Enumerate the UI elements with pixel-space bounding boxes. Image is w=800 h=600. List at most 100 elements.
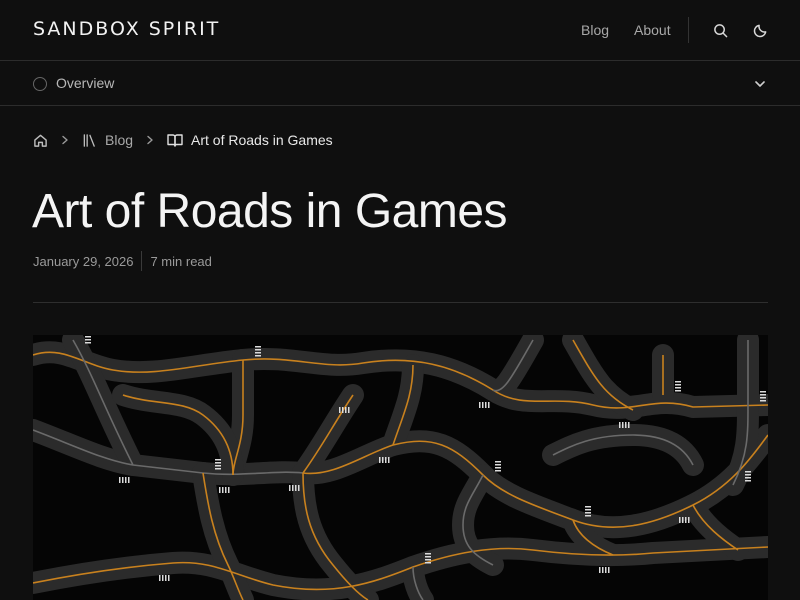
chevron-right-icon: [60, 135, 70, 145]
crosswalk-stripe: [622, 422, 624, 428]
crosswalk-stripe: [425, 556, 431, 558]
crosswalk-stripe: [599, 567, 601, 573]
crosswalk-stripe: [495, 470, 501, 472]
crosswalk-stripe: [255, 355, 261, 357]
crosswalk-stripe: [255, 352, 261, 354]
road-segment: [482, 335, 544, 402]
crosswalk-stripe: [128, 477, 130, 483]
crosswalk-stripe: [682, 517, 684, 523]
crosswalk-stripe: [162, 575, 164, 581]
crosswalk-stripe: [488, 402, 490, 408]
road-segment: [33, 341, 254, 384]
hero-image: [33, 335, 768, 600]
crosswalk-stripe: [675, 390, 681, 392]
open-book-icon: [167, 133, 183, 148]
crosswalk-stripe: [388, 457, 390, 463]
crosswalk-stripe: [119, 477, 121, 483]
crosswalk-stripe: [628, 422, 630, 428]
crosswalk-stripe: [345, 407, 347, 413]
crosswalk-stripe: [760, 397, 766, 399]
crosswalk-stripe: [625, 422, 627, 428]
crosswalk-stripe: [222, 487, 224, 493]
road-network-illustration: [33, 335, 768, 600]
site-title[interactable]: SANDBOX SPIRIT: [33, 18, 220, 40]
crosswalk-stripe: [602, 567, 604, 573]
crosswalk-stripe: [675, 384, 681, 386]
crosswalk-stripe: [495, 464, 501, 466]
crosswalk-stripe: [760, 400, 766, 402]
crosswalk-stripe: [85, 336, 91, 338]
crosswalk-stripe: [675, 381, 681, 383]
crosswalk-stripe: [122, 477, 124, 483]
crosswalk-stripe: [745, 480, 751, 482]
crosswalk-stripe: [679, 517, 681, 523]
crosswalk-stripe: [760, 394, 766, 396]
crosswalk-stripe: [289, 485, 291, 491]
nav-link-blog[interactable]: Blog: [581, 22, 609, 38]
crosswalk-stripe: [165, 575, 167, 581]
crosswalk-stripe: [255, 346, 261, 348]
chevron-right-icon: [145, 135, 155, 145]
crosswalk-stripe: [228, 487, 230, 493]
crosswalk-stripe: [215, 468, 221, 470]
breadcrumb-blog-label: Blog: [105, 132, 134, 148]
breadcrumb-current: Art of Roads in Games: [167, 132, 333, 148]
crosswalk-stripe: [385, 457, 387, 463]
crosswalk-stripe: [215, 459, 221, 461]
moon-icon[interactable]: [751, 21, 769, 39]
header-divider: [688, 17, 689, 43]
overview-label: Overview: [56, 75, 115, 91]
library-icon: [82, 133, 97, 148]
crosswalk-stripe: [219, 487, 221, 493]
crosswalk-stripe: [495, 461, 501, 463]
crosswalk-stripe: [159, 575, 161, 581]
crosswalk-stripe: [292, 485, 294, 491]
crosswalk-stripe: [255, 349, 261, 351]
nav-link-about[interactable]: About: [634, 22, 671, 38]
chevron-down-icon[interactable]: [752, 76, 768, 92]
crosswalk-stripe: [585, 512, 591, 514]
page-title: Art of Roads in Games: [32, 185, 508, 238]
crosswalk-stripe: [688, 517, 690, 523]
road-segment: [542, 424, 704, 476]
crosswalk-stripe: [425, 553, 431, 555]
crosswalk-stripe: [585, 506, 591, 508]
crosswalk-stripe: [425, 562, 431, 564]
search-icon[interactable]: [711, 21, 729, 39]
crosswalk-stripe: [685, 517, 687, 523]
read-time: 7 min read: [150, 253, 212, 269]
breadcrumb-blog[interactable]: Blog: [82, 132, 133, 148]
divider: [33, 302, 768, 303]
crosswalk-stripe: [85, 342, 91, 344]
crosswalk-stripe: [585, 509, 591, 511]
progress-circle-icon: [33, 77, 47, 91]
overview-toggle[interactable]: Overview: [0, 62, 800, 106]
road-segment: [33, 419, 314, 486]
crosswalk-stripe: [605, 567, 607, 573]
crosswalk-stripe: [585, 515, 591, 517]
crosswalk-stripe: [479, 402, 481, 408]
crosswalk-stripe: [215, 462, 221, 464]
home-icon: [33, 133, 48, 148]
breadcrumb-current-label: Art of Roads in Games: [191, 132, 333, 148]
crosswalk-stripe: [348, 407, 350, 413]
crosswalk-stripe: [215, 465, 221, 467]
crosswalk-stripe: [225, 487, 227, 493]
road-segment: [402, 556, 434, 600]
crosswalk-stripe: [168, 575, 170, 581]
crosswalk-stripe: [608, 567, 610, 573]
breadcrumb: Blog Art of Roads in Games: [33, 130, 333, 150]
crosswalk-stripe: [379, 457, 381, 463]
crosswalk-stripe: [482, 402, 484, 408]
crosswalk-stripe: [745, 471, 751, 473]
crosswalk-stripe: [295, 485, 297, 491]
crosswalk-stripe: [298, 485, 300, 491]
crosswalk-stripe: [382, 457, 384, 463]
crosswalk-stripe: [495, 467, 501, 469]
breadcrumb-home[interactable]: [33, 133, 48, 148]
crosswalk-stripe: [339, 407, 341, 413]
crosswalk-stripe: [485, 402, 487, 408]
crosswalk-stripe: [760, 391, 766, 393]
crosswalk-stripe: [745, 474, 751, 476]
publish-date: January 29, 2026: [33, 253, 134, 269]
